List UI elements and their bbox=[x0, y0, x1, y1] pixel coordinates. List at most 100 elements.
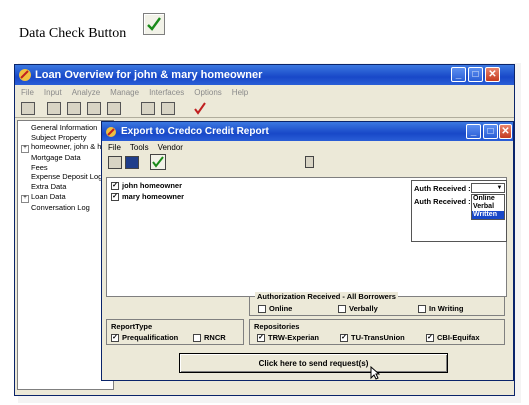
app-menu-item[interactable]: Options bbox=[194, 88, 222, 97]
tree-item[interactable]: Expense Deposit Log bbox=[21, 172, 113, 182]
tree-item[interactable]: + homeowner, john & ho bbox=[21, 142, 113, 154]
app-menubar: File Input Analyze Manage Interfaces Options H… bbox=[15, 85, 514, 99]
prequal-option[interactable]: ✓ Prequalification bbox=[111, 333, 179, 343]
tree-item[interactable]: Conversation Log bbox=[21, 203, 113, 213]
dialog-toolbar bbox=[102, 153, 513, 171]
image-icon[interactable] bbox=[87, 101, 101, 115]
auth-online-checkbox[interactable] bbox=[258, 305, 266, 314]
app-menu-item[interactable]: Input bbox=[44, 88, 62, 97]
auth-received-label: Auth Received : bbox=[414, 184, 471, 193]
auth-online-label: Online bbox=[269, 304, 293, 313]
app-menu-item[interactable]: Analyze bbox=[72, 88, 100, 97]
auth-all-title: Authorization Received - All Borrowers bbox=[255, 292, 398, 301]
borrower-name: mary homeowner bbox=[122, 192, 185, 201]
dialog-menu-item[interactable]: Vendor bbox=[158, 143, 183, 152]
rncr-checkbox[interactable] bbox=[193, 334, 201, 343]
dialog-menu-item[interactable]: Tools bbox=[130, 143, 149, 152]
cbi-option[interactable]: ✓ CBI-Equifax bbox=[426, 333, 480, 343]
cbi-checkbox[interactable]: ✓ bbox=[426, 334, 434, 343]
auth-options-list: Online Verbal Written bbox=[471, 194, 505, 220]
report-type-group: ReportType ✓ Prequalification RNCR bbox=[106, 319, 244, 345]
send-request-button[interactable]: Click here to send request(s) bbox=[179, 353, 448, 373]
borrower-row-1[interactable]: ✓ john homeowner bbox=[111, 181, 182, 191]
maximize-button[interactable]: □ bbox=[468, 67, 483, 82]
auth-option-verbal[interactable]: Verbal bbox=[472, 203, 504, 211]
tree-item[interactable]: Mortgage Data bbox=[21, 153, 113, 163]
calculator-icon[interactable] bbox=[161, 101, 175, 115]
rncr-option[interactable]: RNCR bbox=[193, 333, 226, 343]
repositories-group: Repositories ✓ TRW-Experian ✓ TU-TransUnio… bbox=[249, 319, 505, 345]
dropdown-arrow-icon[interactable]: ▼ bbox=[495, 184, 504, 192]
minimize-button[interactable]: _ bbox=[451, 67, 466, 82]
loan-tool-icon[interactable] bbox=[21, 101, 35, 115]
dialog-app-icon bbox=[106, 126, 116, 137]
expand-icon[interactable]: + bbox=[21, 145, 29, 154]
auth-writing-checkbox[interactable] bbox=[418, 305, 426, 314]
tree-item-label: homeowner, john & ho bbox=[31, 142, 106, 152]
tree-item[interactable]: Fees bbox=[21, 163, 113, 173]
tree-item-label: Conversation Log bbox=[31, 202, 90, 212]
borrower-name: john homeowner bbox=[122, 181, 182, 190]
auth-online-option[interactable]: Online bbox=[258, 304, 293, 314]
mouse-cursor-icon bbox=[370, 366, 380, 380]
tree-item[interactable]: Extra Data bbox=[21, 182, 113, 192]
loan-tree: General Information Subject Property + home… bbox=[17, 120, 114, 390]
app-menu-item[interactable]: Help bbox=[232, 88, 248, 97]
print-icon[interactable] bbox=[47, 101, 61, 115]
dialog-close-button[interactable]: ✕ bbox=[499, 124, 512, 139]
trw-label: TRW-Experian bbox=[268, 333, 319, 342]
calculator-icon[interactable] bbox=[305, 156, 314, 168]
trw-option[interactable]: ✓ TRW-Experian bbox=[257, 333, 319, 343]
borrower-checkbox[interactable]: ✓ bbox=[111, 193, 119, 202]
app-menu-item[interactable]: File bbox=[21, 88, 34, 97]
data-check-icon[interactable] bbox=[150, 154, 166, 170]
folder-icon[interactable] bbox=[67, 101, 81, 115]
auth-all-group: Authorization Received - All Borrowers O… bbox=[249, 292, 505, 316]
tree-item-label: Extra Data bbox=[31, 181, 67, 191]
auth-verbally-option[interactable]: Verbally bbox=[338, 304, 378, 314]
tree-item-label: General Information bbox=[31, 123, 98, 132]
tu-option[interactable]: ✓ TU-TransUnion bbox=[340, 333, 405, 343]
prequal-checkbox[interactable]: ✓ bbox=[111, 334, 119, 343]
auth-verbally-checkbox[interactable] bbox=[338, 305, 346, 314]
tree-item[interactable]: General Information bbox=[21, 123, 113, 133]
app-menu-item[interactable]: Interfaces bbox=[149, 88, 184, 97]
tree-item[interactable]: + Loan Data bbox=[21, 192, 113, 203]
window-icon[interactable] bbox=[141, 101, 155, 115]
loan-tool-icon[interactable] bbox=[108, 155, 122, 169]
dialog-minimize-button[interactable]: _ bbox=[466, 124, 481, 139]
data-check-button-icon bbox=[143, 13, 165, 35]
send-request-label: Click here to send request(s) bbox=[258, 358, 369, 368]
borrower-checkbox[interactable]: ✓ bbox=[111, 182, 119, 191]
repositories-title: Repositories bbox=[254, 322, 300, 331]
close-button[interactable]: ✕ bbox=[485, 67, 500, 82]
export-icon[interactable] bbox=[107, 101, 121, 115]
app-toolbar bbox=[15, 99, 514, 118]
loan-overview-title: Loan Overview for john & mary homeowner bbox=[35, 69, 263, 81]
rncr-label: RNCR bbox=[204, 333, 226, 342]
tu-label: TU-TransUnion bbox=[351, 333, 405, 342]
auth-received-panel: Auth Received : Auth Received : ▼ Online… bbox=[411, 180, 507, 242]
app-icon bbox=[19, 69, 31, 81]
dialog-maximize-button[interactable]: □ bbox=[483, 124, 498, 139]
borrower-row-2[interactable]: ✓ mary homeowner bbox=[111, 192, 185, 202]
trw-checkbox[interactable]: ✓ bbox=[257, 334, 265, 343]
loan-overview-titlebar: Loan Overview for john & mary homeowner … bbox=[15, 65, 514, 85]
save-icon[interactable] bbox=[125, 155, 139, 169]
tu-checkbox[interactable]: ✓ bbox=[340, 334, 348, 343]
auth-option-written[interactable]: Written bbox=[472, 211, 504, 219]
auth-verbally-label: Verbally bbox=[349, 304, 378, 313]
auth-writing-option[interactable]: In Writing bbox=[418, 304, 463, 314]
auth-received-dropdown[interactable]: ▼ bbox=[471, 183, 505, 193]
tree-item-label: Fees bbox=[31, 162, 48, 172]
check-icon[interactable] bbox=[193, 101, 207, 115]
prequal-label: Prequalification bbox=[122, 333, 179, 342]
dialog-menu-item[interactable]: File bbox=[108, 143, 121, 152]
expand-icon[interactable]: + bbox=[21, 194, 29, 203]
tree-item[interactable]: Subject Property bbox=[21, 133, 113, 143]
app-menu-item[interactable]: Manage bbox=[110, 88, 139, 97]
report-type-title: ReportType bbox=[111, 322, 153, 331]
auth-option-online[interactable]: Online bbox=[472, 195, 504, 203]
export-dialog-titlebar: Export to Credco Credit Report _ □ ✕ bbox=[102, 122, 513, 141]
doc-title: Data Check Button bbox=[19, 26, 127, 41]
